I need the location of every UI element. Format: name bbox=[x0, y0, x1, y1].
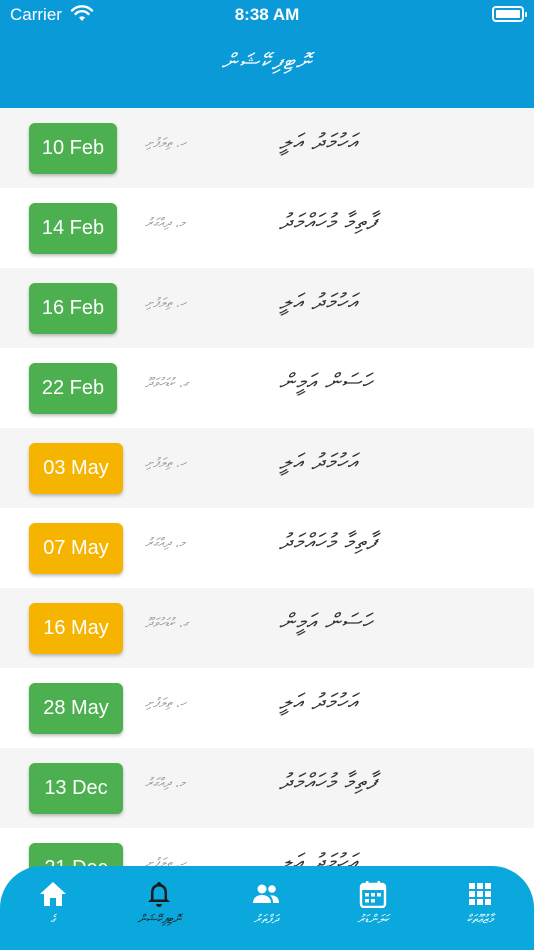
app-root: Carrier 8:38 AM ނޮޓިފިކޭޝަން 10 Feb ހ. ތ… bbox=[0, 0, 534, 950]
date-badge: 16 Feb bbox=[29, 283, 117, 334]
person-name: ފާތިމާ މުހައްމަދު bbox=[279, 210, 377, 235]
person-name: ހަސަން އަމީން bbox=[279, 370, 373, 395]
status-time: 8:38 AM bbox=[234, 5, 300, 24]
list-item[interactable]: 16 May ގ. ކުޑަހުވަދޫ ހަސަން އަމީން bbox=[0, 588, 534, 668]
place-label: ހ. ތިލަފުށި bbox=[145, 136, 187, 151]
place-label: މ. ދިއްގަރު bbox=[145, 216, 186, 231]
list-item[interactable]: 22 Feb ގ. ކުޑަހުވަދޫ ހަސަން އަމީން bbox=[0, 348, 534, 428]
date-badge: 16 May bbox=[29, 603, 123, 654]
list-item[interactable]: 10 Feb ހ. ތިލަފުށި އަހުމަދު އަލީ bbox=[0, 108, 534, 188]
person-name: އަހުމަދު އަލީ bbox=[279, 130, 358, 155]
tab-calendar[interactable]: ކަލަންޑަރު bbox=[320, 866, 426, 950]
list-item[interactable]: 28 May ހ. ތިލަފުށި އަހުމަދު އަލީ bbox=[0, 668, 534, 748]
bell-icon bbox=[148, 882, 170, 907]
tab-label: ކަލަންޑަރު bbox=[357, 912, 389, 926]
person-name: ފާތިމާ މުހައްމަދު bbox=[279, 770, 377, 795]
battery-icon bbox=[492, 6, 527, 22]
tab-notifications[interactable]: ނޮޓިފިކޭޝަން bbox=[106, 866, 212, 950]
list-item[interactable]: 03 May ހ. ތިލަފުށި އަހުމަދު އަލީ bbox=[0, 428, 534, 508]
tab-label: ނޮޓިފިކޭޝަން bbox=[137, 912, 181, 926]
person-name: ފާތިމާ މުހައްމަދު bbox=[279, 530, 377, 555]
date-badge: 22 Feb bbox=[29, 363, 117, 414]
place-label: ހ. ތިލަފުށި bbox=[145, 456, 187, 471]
tab-label: ދަފްތަރު bbox=[253, 912, 279, 926]
status-bar: Carrier 8:38 AM bbox=[0, 0, 534, 30]
place-label: ހ. ތިލަފުށި bbox=[145, 296, 187, 311]
place-label: ގ. ކުޑަހުވަދޫ bbox=[145, 376, 189, 391]
person-name: ހަސަން އަމީން bbox=[279, 610, 373, 635]
date-badge: 07 May bbox=[29, 523, 123, 574]
date-badge: 13 Dec bbox=[29, 763, 123, 814]
tab-label: މާޒުޢޫތަކް bbox=[466, 912, 494, 926]
page-title: ނޮޓިފިކޭޝަން bbox=[221, 50, 313, 75]
place-label: މ. ދިއްގަރު bbox=[145, 776, 186, 791]
header: Carrier 8:38 AM ނޮޓިފިކޭޝަން bbox=[0, 0, 534, 108]
tab-menu[interactable]: މާޒުޢޫތަކް bbox=[427, 866, 533, 950]
tab-bar: ގެ ނޮޓިފިކޭޝަން ދަފްތަރު ކަލަންޑަރު މާޒު… bbox=[0, 866, 534, 950]
person-name: އަހުމަދު އަލީ bbox=[279, 690, 358, 715]
place-label: ހ. ތިލަފުށި bbox=[145, 696, 187, 711]
date-badge: 03 May bbox=[29, 443, 123, 494]
date-badge: 14 Feb bbox=[29, 203, 117, 254]
tab-home[interactable]: ގެ bbox=[0, 866, 106, 950]
list-item[interactable]: 07 May މ. ދިއްގަރު ފާތިމާ މުހައްމަދު bbox=[0, 508, 534, 588]
place-label: މ. ދިއްގަރު bbox=[145, 536, 186, 551]
person-name: އަހުމަދު އަލީ bbox=[279, 290, 358, 315]
grid-icon bbox=[469, 883, 491, 905]
tab-label: ގެ bbox=[50, 912, 56, 926]
date-badge: 28 May bbox=[29, 683, 123, 734]
home-icon bbox=[40, 882, 66, 906]
notification-list: 10 Feb ހ. ތިލަފުށި އަހުމަދު އަލީ 14 Feb … bbox=[0, 108, 534, 908]
list-item[interactable]: 16 Feb ހ. ތިލަފުށި އަހުމަދު އަލީ bbox=[0, 268, 534, 348]
tab-people[interactable]: ދަފްތަރު bbox=[213, 866, 319, 950]
list-item[interactable]: 13 Dec މ. ދިއްގަރު ފާތިމާ މުހައްމަދު bbox=[0, 748, 534, 828]
person-name: އަހުމަދު އަލީ bbox=[279, 450, 358, 475]
place-label: ގ. ކުޑަހުވަދޫ bbox=[145, 616, 189, 631]
calendar-icon bbox=[359, 881, 387, 908]
date-badge: 10 Feb bbox=[29, 123, 117, 174]
people-icon bbox=[253, 884, 279, 903]
list-item[interactable]: 14 Feb މ. ދިއްގަރު ފާތިމާ މުހައްމަދު bbox=[0, 188, 534, 268]
